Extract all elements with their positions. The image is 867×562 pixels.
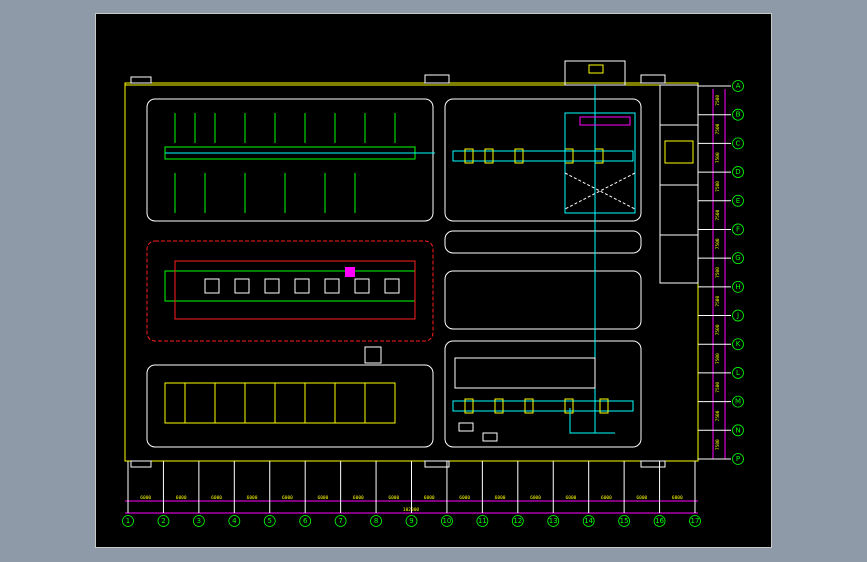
zone-lower-right xyxy=(444,340,642,448)
axis-label-2: 2 xyxy=(161,517,165,525)
right-span-dim-5: 7500 xyxy=(715,209,721,220)
axis-label-8: 8 xyxy=(374,517,378,525)
zone-strip-2 xyxy=(444,270,642,330)
equipment-cluster-lower-left xyxy=(164,382,396,424)
span-dim-10: 6000 xyxy=(459,495,470,501)
bottom-canopy-mid xyxy=(424,460,450,468)
axis-label-G: G xyxy=(735,254,740,262)
axis-label-13: 13 xyxy=(549,517,558,525)
building-outline xyxy=(124,82,699,462)
span-dim-12: 6000 xyxy=(530,495,541,501)
span-dim-9: 6000 xyxy=(424,495,435,501)
axis-label-B: B xyxy=(736,111,741,119)
axis-label-6: 6 xyxy=(303,517,308,525)
axis-label-16: 16 xyxy=(655,517,664,525)
axis-label-C: C xyxy=(736,139,741,147)
office-room-4 xyxy=(659,234,699,284)
axis-label-1: 1 xyxy=(126,517,130,525)
equipment-cluster-upper-left xyxy=(174,113,396,213)
office-room-2 xyxy=(659,124,699,186)
axis-label-J: J xyxy=(736,312,739,320)
span-dim-5: 6000 xyxy=(282,495,293,501)
right-span-dim-3: 7500 xyxy=(715,152,721,163)
right-span-dim-7: 7500 xyxy=(715,267,721,278)
zone-strip-1 xyxy=(444,230,642,254)
crane-span-mark xyxy=(564,172,636,210)
axis-label-14: 14 xyxy=(584,517,593,525)
right-span-dim-11: 7500 xyxy=(715,382,721,393)
axis-label-12: 12 xyxy=(513,517,522,525)
axis-label-7: 7 xyxy=(338,517,342,525)
zone-lower-left xyxy=(146,364,434,448)
span-dim-13: 6000 xyxy=(566,495,577,501)
axis-label-3: 3 xyxy=(197,517,201,525)
conveyor-line-upper-left xyxy=(164,146,435,160)
span-dim-7: 6000 xyxy=(353,495,364,501)
bottom-canopy-right xyxy=(640,460,666,468)
right-axis-bubbles: A B C D E F G H J K L M N P 7500 7500 7500 7500 7500 7500 75… xyxy=(698,80,744,465)
right-span-dim-12: 7500 xyxy=(715,410,721,421)
span-dim-14: 6000 xyxy=(601,495,612,501)
span-dim-15: 6000 xyxy=(636,495,647,501)
axis-label-A: A xyxy=(736,82,741,90)
axis-label-4: 4 xyxy=(232,517,237,525)
office-room-3 xyxy=(659,184,699,236)
axis-label-P: P xyxy=(736,455,740,463)
right-span-dim-6: 7500 xyxy=(715,238,721,249)
zone-upper-left xyxy=(146,98,434,222)
air-duct-route xyxy=(564,85,636,434)
crane-rail xyxy=(579,116,631,126)
conveyor-line-upper-right xyxy=(452,148,634,164)
factory-layout-drawing: 102000 1 2 3 4 5 6 7 8 9 10 11 12 13 14 15 16 176000 6000… xyxy=(122,60,744,527)
top-annex-door xyxy=(588,64,604,74)
span-dim-8: 6000 xyxy=(388,495,399,501)
machine-base xyxy=(364,346,382,364)
top-canopy-right xyxy=(640,74,666,84)
top-canopy-mid xyxy=(424,74,450,84)
bottom-axis-bubbles: 1 2 3 4 5 6 7 8 9 10 11 12 13 14 15 16 176000 6000 6000 600… xyxy=(122,461,701,527)
span-dim-4: 6000 xyxy=(247,495,258,501)
axis-label-H: H xyxy=(735,283,740,291)
right-span-dim-10: 7500 xyxy=(715,353,721,364)
axis-label-E: E xyxy=(736,197,740,205)
conveyor-line-lower-right xyxy=(452,398,634,414)
axis-label-17: 17 xyxy=(691,517,700,525)
span-dim-16: 6000 xyxy=(672,495,683,501)
span-dim-11: 6000 xyxy=(495,495,506,501)
wc-block xyxy=(664,140,694,164)
axis-label-M: M xyxy=(735,398,741,406)
span-dim-1: 6000 xyxy=(140,495,151,501)
axis-label-F: F xyxy=(736,225,740,233)
office-room-1 xyxy=(659,84,699,126)
axis-label-9: 9 xyxy=(409,517,413,525)
span-dim-2: 6000 xyxy=(176,495,187,501)
axis-label-5: 5 xyxy=(268,517,272,525)
top-canopy-left xyxy=(130,76,152,84)
axis-label-K: K xyxy=(736,340,741,348)
axis-label-L: L xyxy=(736,369,740,377)
right-span-dim-1: 7500 xyxy=(715,95,721,106)
right-span-dim-9: 7500 xyxy=(715,324,721,335)
zone-middle-left xyxy=(146,240,434,342)
axis-label-11: 11 xyxy=(478,517,487,525)
span-dim-3: 6000 xyxy=(211,495,222,501)
right-span-dim-4: 7500 xyxy=(715,181,721,192)
bottom-canopy-left xyxy=(130,460,152,468)
right-span-dim-2: 7500 xyxy=(715,123,721,134)
right-span-dim-13: 7500 xyxy=(715,439,721,450)
axis-label-15: 15 xyxy=(620,517,629,525)
assembly-line-middle xyxy=(164,260,416,320)
axis-label-N: N xyxy=(735,426,740,434)
right-span-dim-8: 7500 xyxy=(715,295,721,306)
axis-label-D: D xyxy=(735,168,740,176)
axis-label-10: 10 xyxy=(442,517,451,525)
span-dim-6: 6000 xyxy=(317,495,328,501)
